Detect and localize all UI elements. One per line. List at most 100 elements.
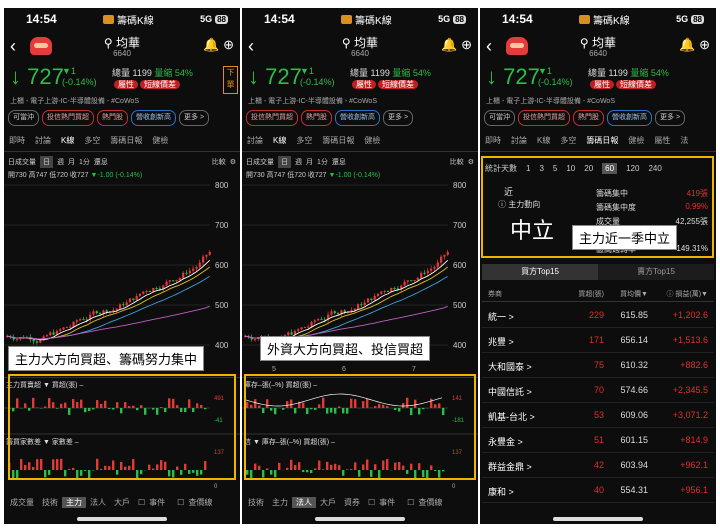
btab-big-holder[interactable]: 大戶 [110,497,134,508]
broker-row[interactable]: 統一 > 229 615.85 +1,202.6 [482,304,714,328]
settings-gear-icon[interactable]: ⚙ [468,158,474,166]
btab-margin[interactable]: 資券 [340,497,364,508]
attr-tag[interactable]: 短線價差 [378,80,418,89]
period-select[interactable]: 日成交量 [8,157,36,167]
tab-longshort[interactable]: 多空 [79,135,105,146]
broker-row[interactable]: 中國信託 > 70 574.66 +2,345.5 [482,379,714,403]
tab-discussion[interactable]: 討論 [30,135,56,146]
chip-trust-hot[interactable]: 投信熱門買超 [246,110,298,126]
btab-technical[interactable]: 技術 [244,497,268,508]
broker-row[interactable]: 凱基-台北 > 53 609.06 +3,071.2 [482,404,714,428]
broker-row[interactable]: 兆豐 > 171 656.14 +1,513.6 [482,329,714,353]
tab-attribute[interactable]: 屬性 [649,135,675,146]
chip-hot[interactable]: 熱門股 [573,110,604,126]
chip-more[interactable]: 更多 > [655,110,686,126]
tab-legal[interactable]: 法 [675,135,693,146]
bell-add-icons[interactable]: 🔔 ⊕ [203,37,234,53]
bell-add-icons[interactable]: 🔔 ⊕ [679,37,710,53]
attr-tag[interactable]: 短線價差 [616,80,656,89]
chip-more[interactable]: 更多 > [179,110,210,126]
btab-big-holder[interactable]: 大戶 [316,497,340,508]
kline-chart[interactable]: 800700600500400567 [4,175,240,375]
chip-hot[interactable]: 熱門股 [301,110,332,126]
attr-tag[interactable]: 短線價差 [140,80,180,89]
period-minute[interactable]: 1分 [79,157,90,167]
tab-kline[interactable]: K線 [56,135,79,146]
tab-discussion[interactable]: 討論 [242,135,268,146]
candle [356,304,360,309]
rights-select[interactable]: 還息 [94,157,108,167]
btab-technical[interactable]: 技術 [38,497,62,508]
chip-daytrade[interactable]: 可當沖 [484,110,515,126]
settings-gear-icon[interactable]: ⚙ [230,158,236,166]
rights-select[interactable]: 還息 [332,157,346,167]
tab-longshort[interactable]: 多空 [291,135,317,146]
compare-button[interactable]: 比較 [450,157,464,167]
status-network: 5G 88 [438,14,466,24]
period-week[interactable]: 週 [295,157,302,167]
chip-trust-hot[interactable]: 投信熱門買超 [42,110,94,126]
tab-kline[interactable]: K線 [268,135,291,146]
tab-realtime[interactable]: 即時 [480,135,506,146]
tab-chip-daily[interactable]: 籌碼日報 [581,135,623,146]
tab-longshort[interactable]: 多空 [555,135,581,146]
period-month[interactable]: 月 [306,157,313,167]
btab-institutional[interactable]: 法人 [292,496,316,508]
candle [307,326,310,328]
tab-discussion[interactable]: 討論 [506,135,532,146]
broker-row[interactable]: 康和 > 40 554.31 +956.1 [482,479,714,503]
battery-icon: 88 [453,14,466,24]
candle [122,304,125,306]
chip-daytrade[interactable]: 可當沖 [8,110,39,126]
broker-row[interactable]: 永豐金 > 51 601.15 +814.9 [482,429,714,453]
chip-revenue-high[interactable]: 營收創新高 [607,110,652,126]
candle [148,291,152,293]
chip-hot[interactable]: 熱門股 [97,110,128,126]
chip-row: 可當沖 投信熱門買超 熱門股 營收創新高 更多 > [480,110,716,126]
callout-institutional: 外資大方向買超、投信買超 [260,336,431,361]
btab-institutional[interactable]: 法人 [86,497,110,508]
tab-chip-daily[interactable]: 籌碼日報 [105,135,147,146]
btab-main-force[interactable]: 主力 [268,497,292,508]
bell-add-icons[interactable]: 🔔 ⊕ [441,37,472,53]
order-button[interactable]: 下單 [223,66,238,94]
period-week[interactable]: 週 [57,157,64,167]
btab-main-force[interactable]: 主力 [62,496,86,508]
tab-sell-top15[interactable]: 賣方Top15 [598,264,714,280]
btab-volume[interactable]: 成交量 [6,497,38,508]
compare-button[interactable]: 比較 [212,157,226,167]
candle [178,278,181,280]
tab-realtime[interactable]: 即時 [4,135,30,146]
candle [138,293,142,297]
buy-amount: 229 [588,310,604,320]
broker-row[interactable]: 大和國泰 > 75 610.32 +882.6 [482,354,714,378]
col-buy[interactable]: 買超(張) [566,289,604,299]
avg-price: 601.15 [620,435,648,445]
btab-price-line[interactable]: ☐ 查價線 [173,497,220,508]
btab-event[interactable]: ☐ 事件 [364,497,403,508]
period-day[interactable]: 日 [40,156,53,168]
col-pl[interactable]: ⓘ 損益(萬)▼ [666,289,708,299]
chip-trust-hot[interactable]: 投信熱門買超 [518,110,570,126]
period-month[interactable]: 月 [68,157,75,167]
price-change: ▼1 (-0.14%) [538,66,573,87]
tab-checkup[interactable]: 健檢 [623,135,649,146]
tab-chip-daily[interactable]: 籌碼日報 [317,135,359,146]
chip-revenue-high[interactable]: 營收創新高 [131,110,176,126]
tab-kline[interactable]: K線 [532,135,555,146]
period-select[interactable]: 日成交量 [246,157,274,167]
chip-more[interactable]: 更多 > [383,110,414,126]
candle [353,308,356,310]
broker-row[interactable]: 群益金鼎 > 42 603.94 +962.1 [482,454,714,478]
period-minute[interactable]: 1分 [317,157,328,167]
btab-price-line[interactable]: ☐ 查價線 [403,497,450,508]
candle [290,332,293,335]
btab-event[interactable]: ☐ 事件 [134,497,173,508]
candle [300,327,303,330]
chip-revenue-high[interactable]: 營收創新高 [335,110,380,126]
tab-buy-top15[interactable]: 買方Top15 [482,264,598,280]
period-day[interactable]: 日 [278,156,291,168]
tab-checkup[interactable]: 健檢 [147,135,173,146]
col-avg[interactable]: 買均價▼ [610,289,648,299]
tab-checkup[interactable]: 健檢 [359,135,385,146]
